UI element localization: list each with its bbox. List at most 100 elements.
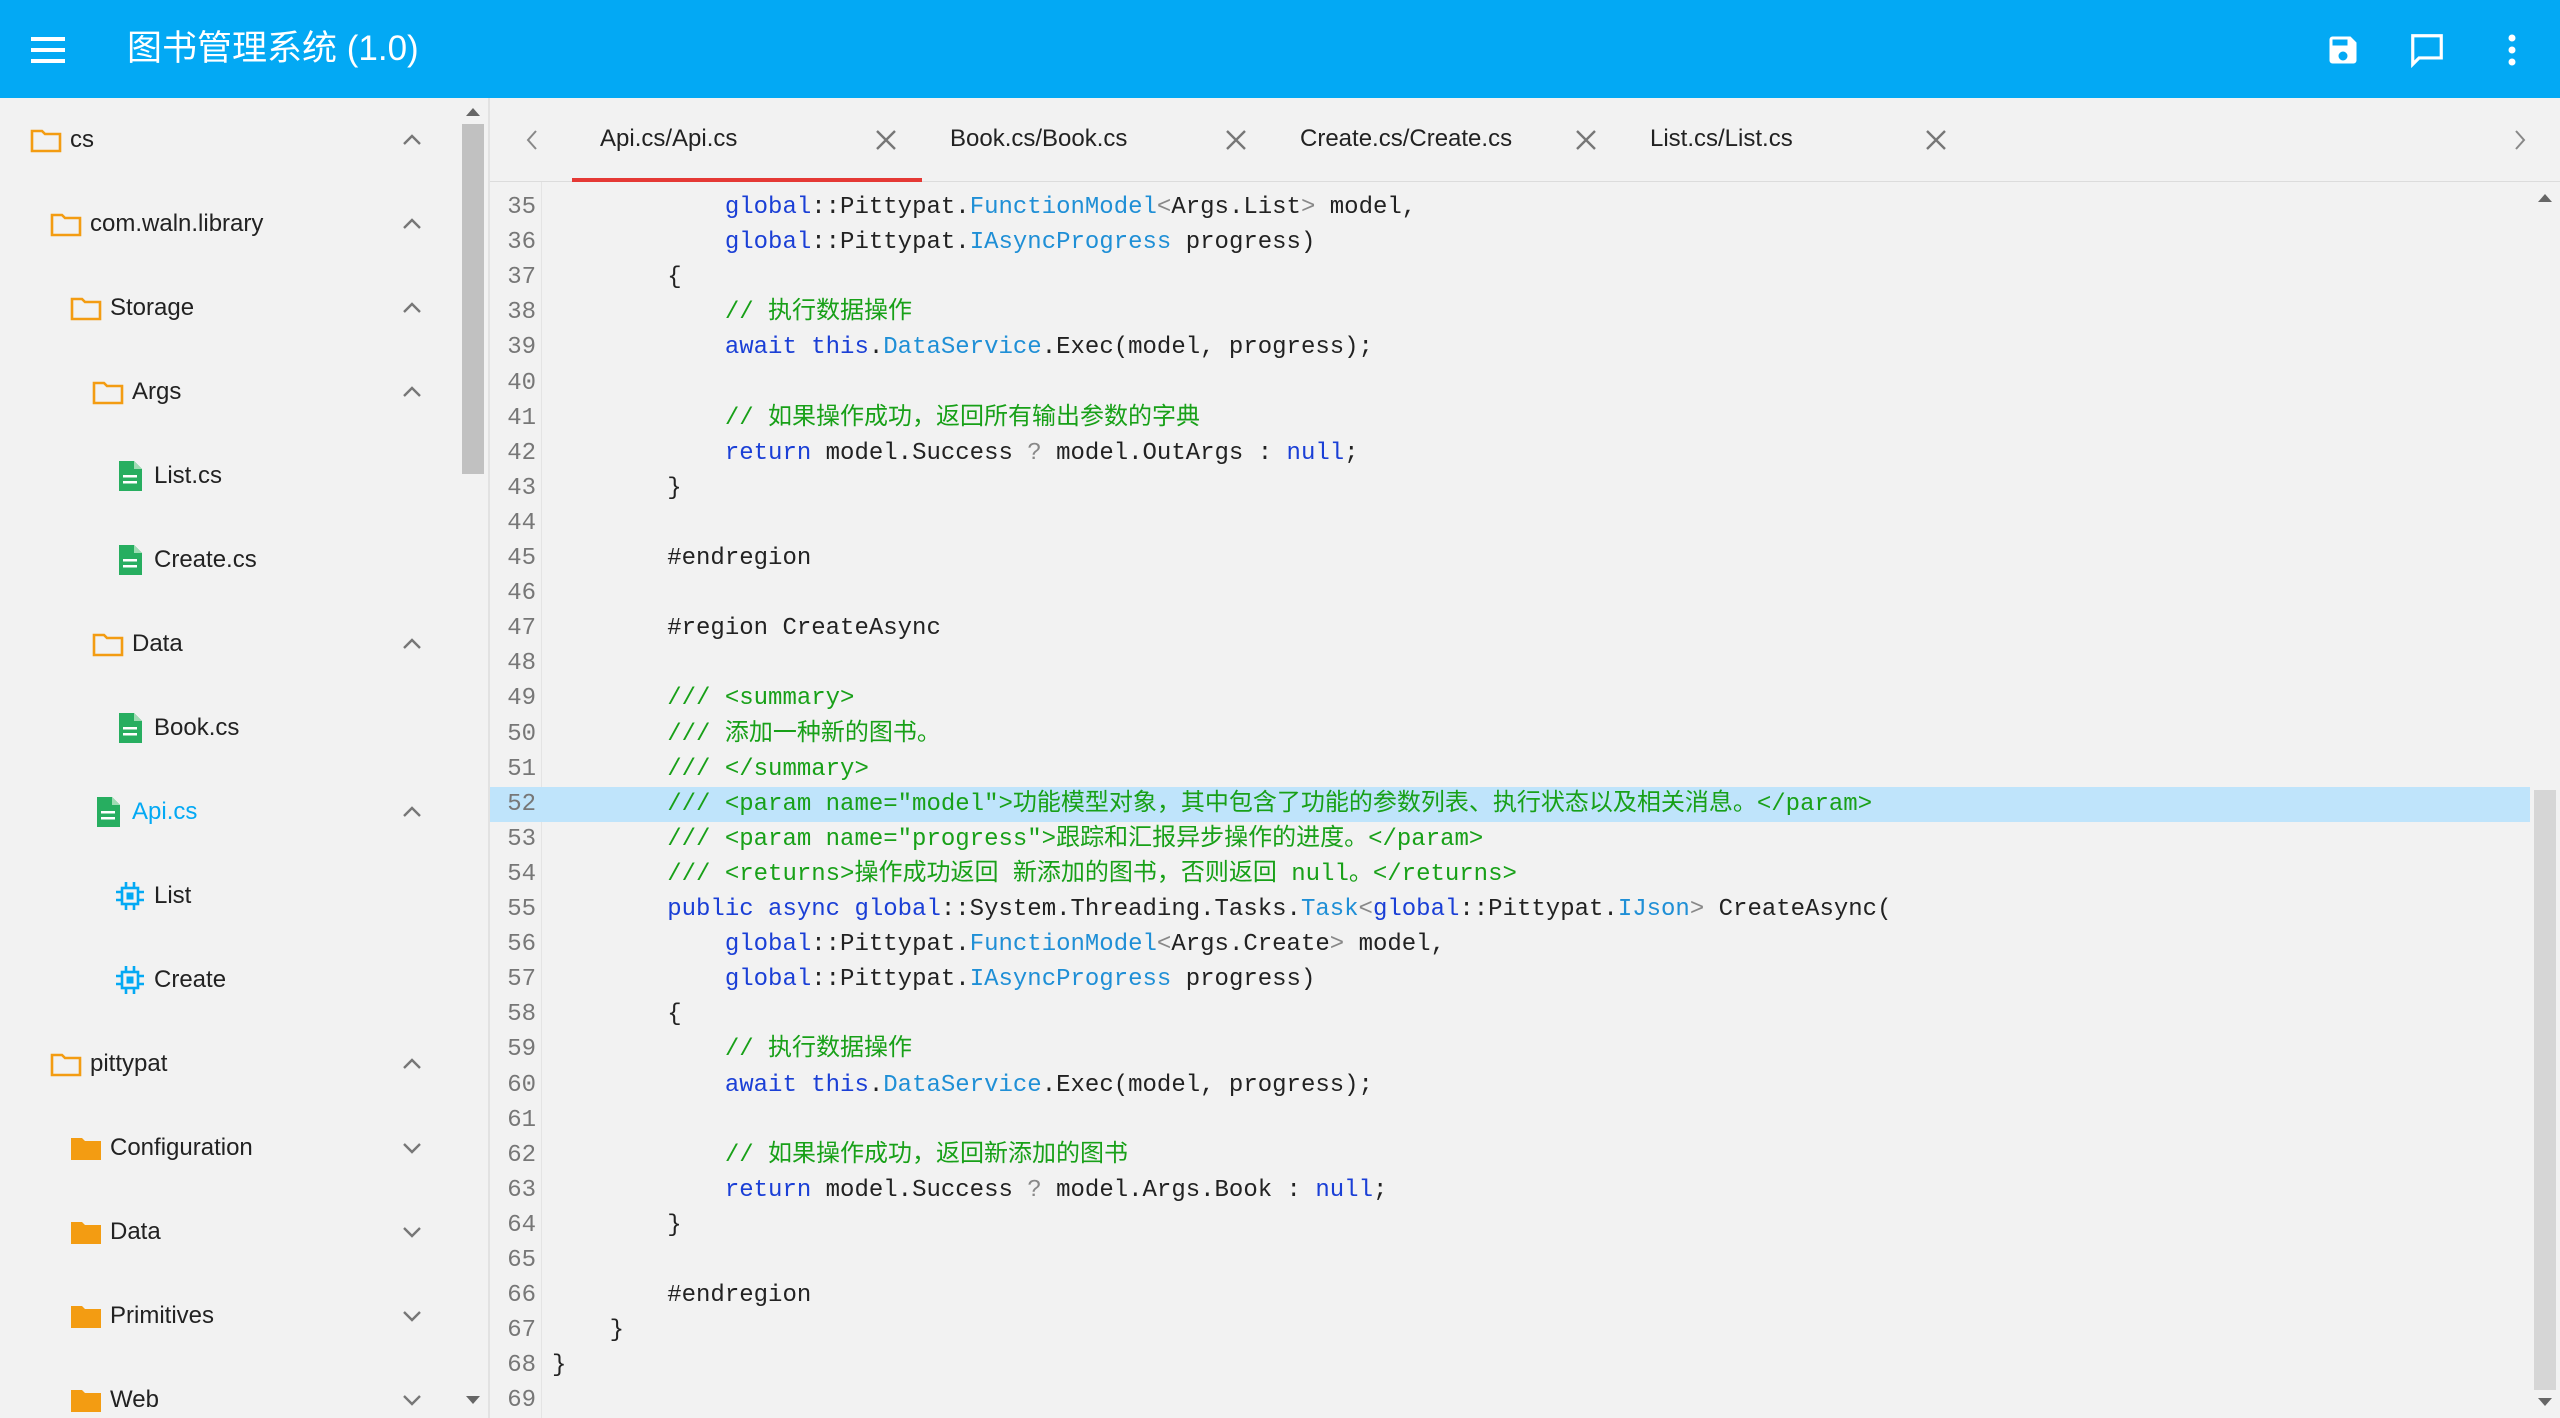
code-line[interactable]: 46 <box>490 576 2530 611</box>
tree-item-create[interactable]: Create <box>0 938 460 1022</box>
tree-item-data[interactable]: Data <box>0 1190 460 1274</box>
close-icon[interactable] <box>1568 122 1604 158</box>
tree-item-pittypat[interactable]: pittypat <box>0 1022 460 1106</box>
code-line[interactable]: 67 } <box>490 1313 2530 1348</box>
chevron-up-icon[interactable] <box>394 122 430 158</box>
scroll-down-arrow-icon[interactable] <box>466 1396 480 1404</box>
code-line[interactable]: 57 global::Pittypat.IAsyncProgress progr… <box>490 962 2530 997</box>
code-line[interactable]: 64 } <box>490 1208 2530 1243</box>
code-token: } <box>552 474 682 502</box>
code-line[interactable]: 69 <box>490 1383 2530 1418</box>
tree-item-configuration[interactable]: Configuration <box>0 1106 460 1190</box>
code-line[interactable]: 48 <box>490 646 2530 681</box>
code-text: #endregion <box>552 1278 811 1313</box>
tree-item-com-waln-library[interactable]: com.waln.library <box>0 182 460 266</box>
sidebar-scrollbar[interactable] <box>460 98 486 1418</box>
code-line[interactable]: 39 await this.DataService.Exec(model, pr… <box>490 330 2530 365</box>
tab-book-cs[interactable]: Book.cs/Book.cs <box>922 98 1272 182</box>
scroll-down-arrow-icon[interactable] <box>2538 1398 2552 1406</box>
tree-item-args[interactable]: Args <box>0 350 460 434</box>
code-editor[interactable]: 35 global::Pittypat.FunctionModel<Args.L… <box>490 182 2530 1418</box>
tree-item-web[interactable]: Web <box>0 1358 460 1418</box>
code-line[interactable]: 58 { <box>490 997 2530 1032</box>
code-line[interactable]: 40 <box>490 366 2530 401</box>
tree-item-primitives[interactable]: Primitives <box>0 1274 460 1358</box>
code-line[interactable]: 44 <box>490 506 2530 541</box>
code-token: Task <box>1300 896 1359 923</box>
code-line[interactable]: 41 // 如果操作成功，返回所有输出参数的字典 <box>490 401 2530 436</box>
close-icon[interactable] <box>1918 122 1954 158</box>
tab-scroll-right-icon[interactable] <box>2500 120 2540 160</box>
code-line[interactable]: 38 // 执行数据操作 <box>490 295 2530 330</box>
close-icon[interactable] <box>868 122 904 158</box>
chevron-up-icon[interactable] <box>394 374 430 410</box>
chevron-up-icon[interactable] <box>394 1046 430 1082</box>
code-line[interactable]: 66 #endregion <box>490 1278 2530 1313</box>
chevron-down-icon[interactable] <box>394 1298 430 1334</box>
code-line[interactable]: 65 <box>490 1243 2530 1278</box>
code-text: await this.DataService.Exec(model, progr… <box>552 330 1373 365</box>
tab-list-cs[interactable]: List.cs/List.cs <box>1622 98 1972 182</box>
close-icon[interactable] <box>1218 122 1254 158</box>
scroll-up-arrow-icon[interactable] <box>466 108 480 116</box>
sidebar-scrollbar-thumb[interactable] <box>462 124 484 474</box>
folder-outline-icon <box>48 206 84 242</box>
menu-icon[interactable] <box>18 20 78 80</box>
code-line[interactable]: 51 /// </summary> <box>490 752 2530 787</box>
file-icon <box>112 710 148 746</box>
tab-api-cs[interactable]: Api.cs/Api.cs <box>572 98 922 182</box>
tree-item-cs[interactable]: cs <box>0 98 460 182</box>
code-line[interactable]: 43 } <box>490 471 2530 506</box>
code-text: global::Pittypat.IAsyncProgress progress… <box>552 962 1316 997</box>
tree-item-label: Args <box>132 378 182 405</box>
code-line[interactable]: 63 return model.Success ? model.Args.Boo… <box>490 1173 2530 1208</box>
code-line[interactable]: 37 { <box>490 260 2530 295</box>
code-token: . <box>868 334 884 362</box>
code-line[interactable]: 56 global::Pittypat.FunctionModel<Args.C… <box>490 927 2530 962</box>
tree-item-data[interactable]: Data <box>0 602 460 686</box>
tab-create-cs[interactable]: Create.cs/Create.cs <box>1272 98 1622 182</box>
code-line[interactable]: 49 /// <summary> <box>490 681 2530 716</box>
code-text: public async global::System.Threading.Ta… <box>552 892 1891 927</box>
chevron-down-icon[interactable] <box>394 1214 430 1250</box>
tab-scroll-left-icon[interactable] <box>512 120 552 160</box>
chevron-up-icon[interactable] <box>394 626 430 662</box>
tree-item-api-cs[interactable]: Api.cs <box>0 770 460 854</box>
code-line[interactable]: 42 return model.Success ? model.OutArgs … <box>490 436 2530 471</box>
code-line[interactable]: 52 /// <param name="model">功能模型对象，其中包含了功… <box>490 786 2530 822</box>
chevron-down-icon[interactable] <box>394 1130 430 1166</box>
line-number: 47 <box>507 615 536 643</box>
code-line[interactable]: 47 #region CreateAsync <box>490 611 2530 646</box>
code-line[interactable]: 36 global::Pittypat.IAsyncProgress progr… <box>490 225 2530 260</box>
editor-scrollbar-thumb[interactable] <box>2534 790 2556 1390</box>
tree-item-list[interactable]: List <box>0 854 460 938</box>
tree-item-book-cs[interactable]: Book.cs <box>0 686 460 770</box>
code-token: < <box>1156 194 1172 221</box>
code-line[interactable]: 45 #endregion <box>490 541 2530 576</box>
save-icon[interactable] <box>2313 20 2373 80</box>
code-token: ? <box>1027 1176 1042 1204</box>
code-line[interactable]: 50 /// 添加一种新的图书。 <box>490 717 2530 752</box>
chevron-down-icon[interactable] <box>394 1382 430 1418</box>
tree-item-list-cs[interactable]: List.cs <box>0 434 460 518</box>
code-line[interactable]: 53 /// <param name="progress">跟踪和汇报异步操作的… <box>490 822 2530 857</box>
line-number: 69 <box>507 1387 536 1415</box>
tree-item-storage[interactable]: Storage <box>0 266 460 350</box>
chevron-up-icon[interactable] <box>394 290 430 326</box>
code-line[interactable]: 60 await this.DataService.Exec(model, pr… <box>490 1068 2530 1103</box>
code-line[interactable]: 54 /// <returns>操作成功返回 新添加的图书，否则返回 null。… <box>490 857 2530 892</box>
chevron-up-icon[interactable] <box>394 206 430 242</box>
tree-item-create-cs[interactable]: Create.cs <box>0 518 460 602</box>
code-line[interactable]: 61 <box>490 1103 2530 1138</box>
code-line[interactable]: 68} <box>490 1348 2530 1383</box>
code-line[interactable]: 59 // 执行数据操作 <box>490 1032 2530 1067</box>
scroll-up-arrow-icon[interactable] <box>2538 194 2552 202</box>
chevron-up-icon[interactable] <box>394 794 430 830</box>
comment-icon[interactable] <box>2397 20 2457 80</box>
editor-scrollbar[interactable] <box>2530 182 2560 1418</box>
code-line[interactable]: 55 public async global::System.Threading… <box>490 892 2530 927</box>
code-line[interactable]: 62 // 如果操作成功，返回新添加的图书 <box>490 1138 2530 1173</box>
more-vert-icon[interactable] <box>2482 20 2542 80</box>
code-line[interactable]: 35 global::Pittypat.FunctionModel<Args.L… <box>490 190 2530 225</box>
